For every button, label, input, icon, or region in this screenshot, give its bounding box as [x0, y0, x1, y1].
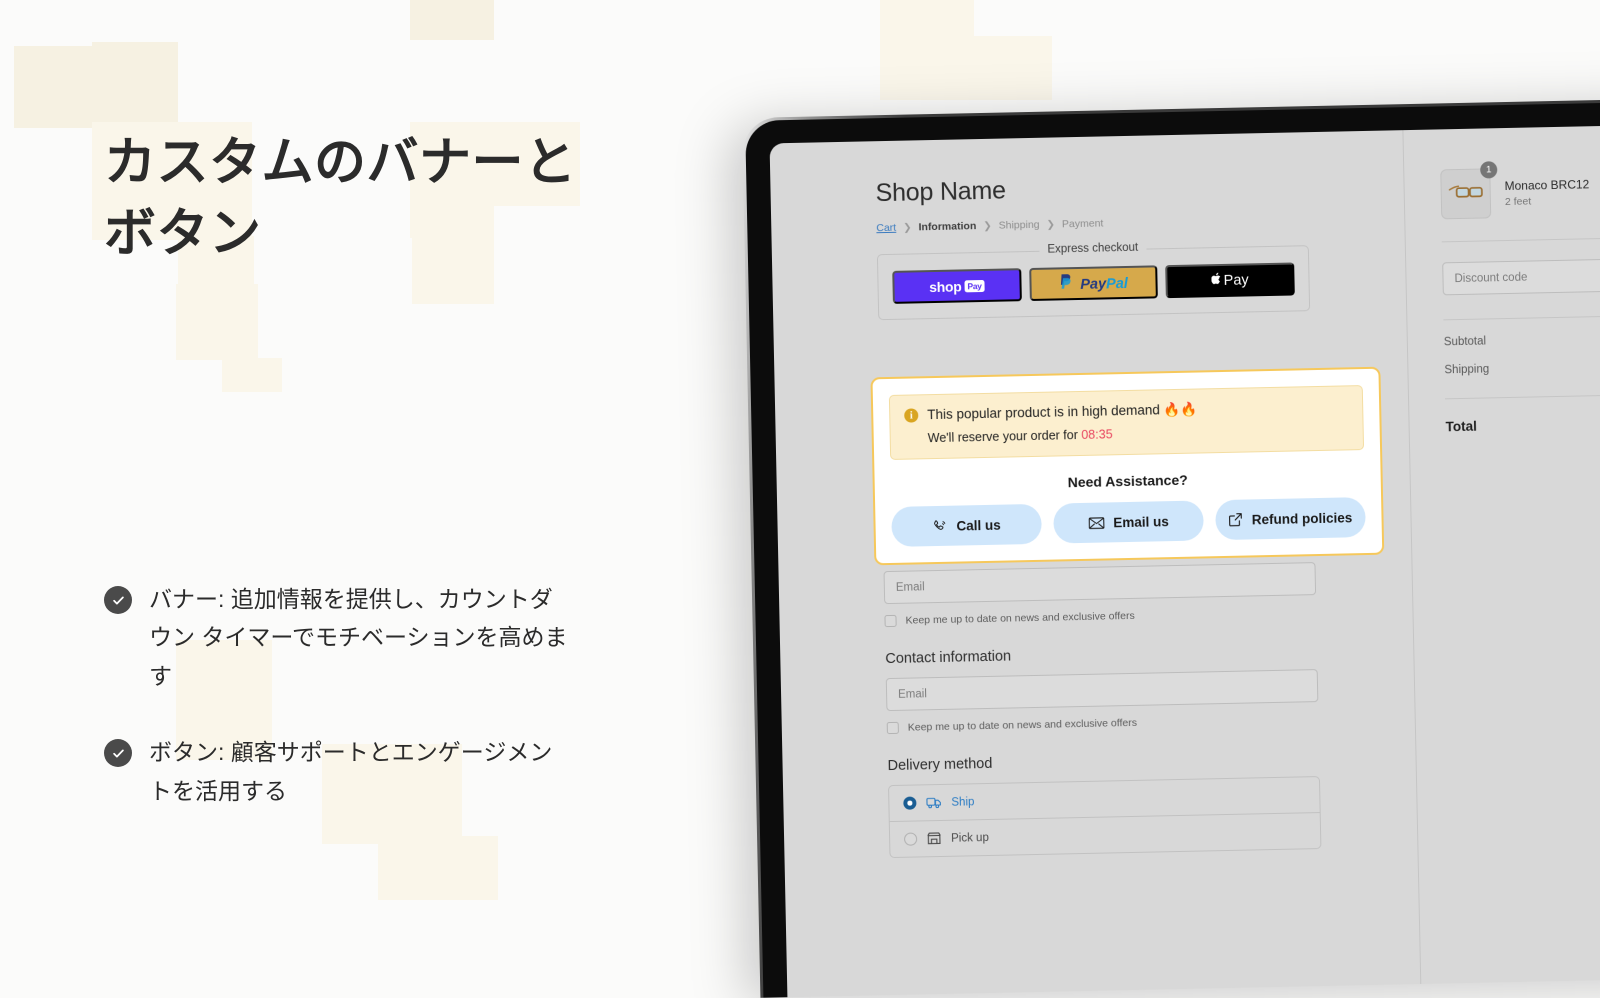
page-title: カスタムのバナーとボタン [104, 134, 577, 263]
info-icon: i [904, 408, 919, 423]
checkout-form: Email Keep me up to date on news and exc… [883, 562, 1322, 859]
need-assistance-title: Need Assistance? [1067, 471, 1188, 491]
custom-banner-card: i This popular product is in high demand… [870, 366, 1385, 566]
newsletter-label-top: Keep me up to date on news and exclusive… [905, 609, 1135, 627]
order-summary-sidebar: 1 Monaco BRC12 2 feet Discount code Subt… [1402, 122, 1600, 984]
delivery-method-heading: Delivery method [887, 755, 993, 775]
assistance-buttons: Call us Email us Refund policies [891, 497, 1366, 547]
discount-code-input[interactable]: Discount code [1442, 255, 1600, 296]
phone-icon [932, 518, 947, 533]
truck-icon [926, 796, 941, 809]
newsletter-checkbox-top[interactable] [884, 614, 897, 628]
check-circle-icon [104, 586, 132, 614]
product-title: Monaco BRC12 [1504, 176, 1590, 193]
express-payment-buttons: shop Pay PayPal Pay [892, 262, 1295, 304]
delivery-option-pickup-label: Pick up [951, 831, 989, 845]
refund-policies-button[interactable]: Refund policies [1215, 497, 1366, 541]
delivery-method-options: Ship Pick up [888, 776, 1322, 859]
paypal-logo-icon [1059, 274, 1076, 293]
tablet-screen: Shop Name Cart ❯ Information ❯ Shipping … [769, 122, 1600, 998]
checkout-main-column: Shop Name Cart ❯ Information ❯ Shipping … [770, 130, 1421, 997]
reserve-text: We'll reserve your order for [927, 428, 1078, 446]
email-field-contact[interactable]: Email [885, 669, 1319, 712]
breadcrumb-item-cart[interactable]: Cart [876, 222, 896, 234]
breadcrumb-item-payment[interactable]: Payment [1062, 217, 1104, 230]
email-us-button[interactable]: Email us [1053, 500, 1204, 544]
product-info: Monaco BRC12 2 feet [1504, 177, 1589, 208]
shop-pay-chip: Pay [964, 279, 985, 292]
list-item-label: バナー: 追加情報を提供し、カウントダウン タイマーでモチベーションを高めます [149, 586, 568, 689]
summary-row-shipping: Shipping [1444, 358, 1600, 377]
paypal-label-pal: Pal [1105, 275, 1129, 293]
high-demand-headline: This popular product is in high demand 🔥… [927, 401, 1198, 423]
external-link-icon [1229, 513, 1243, 527]
shop-pay-label: shop [928, 277, 962, 295]
check-circle-icon [104, 739, 132, 768]
tablet-mockup: Shop Name Cart ❯ Information ❯ Shipping … [742, 96, 1600, 998]
shop-pay-button[interactable]: shop Pay [892, 268, 1022, 304]
high-demand-headline-row: i This popular product is in high demand… [904, 398, 1348, 423]
newsletter-checkbox-row-contact[interactable]: Keep me up to date on news and exclusive… [886, 713, 1319, 735]
refund-policies-label: Refund policies [1251, 509, 1353, 527]
chevron-right-icon: ❯ [903, 221, 912, 234]
high-demand-banner: i This popular product is in high demand… [888, 385, 1365, 460]
chevron-right-icon: ❯ [1046, 218, 1056, 231]
breadcrumb-item-shipping[interactable]: Shipping [999, 219, 1040, 232]
apple-pay-label: Pay [1223, 271, 1249, 289]
newsletter-checkbox-row-top[interactable]: Keep me up to date on news and exclusive… [884, 606, 1316, 628]
summary-row-shipping-label: Shipping [1444, 363, 1490, 377]
checkout-page: Shop Name Cart ❯ Information ❯ Shipping … [770, 122, 1600, 998]
feature-list: バナー: 追加情報を提供し、カウントダウン タイマーでモチベーションを高めます … [104, 580, 574, 848]
apple-pay-button[interactable]: Pay [1165, 262, 1295, 299]
express-checkout-section: Express checkout shop Pay PayPal Pay [876, 241, 1311, 321]
summary-row-total-label: Total [1445, 418, 1478, 435]
product-thumbnail: 1 [1440, 161, 1498, 220]
reserve-timer-row: We'll reserve your order for 08:35 [905, 422, 1349, 445]
countdown-timer: 08:35 [1081, 427, 1113, 442]
call-us-button[interactable]: Call us [891, 503, 1042, 547]
contact-information-heading: Contact information [885, 648, 1012, 668]
summary-row-total: Total [1445, 413, 1600, 435]
list-item: バナー: 追加情報を提供し、カウントダウン タイマーでモチベーションを高めます [104, 580, 574, 695]
product-variant: 2 feet [1504, 194, 1532, 208]
order-summary-product: 1 Monaco BRC12 2 feet [1440, 161, 1600, 220]
email-us-label: Email us [1113, 513, 1169, 530]
express-checkout-legend: Express checkout [1039, 241, 1147, 256]
shop-name: Shop Name [875, 176, 1007, 208]
radio-ship[interactable] [903, 796, 917, 810]
paypal-label-pay: Pay [1080, 276, 1107, 293]
store-icon [927, 832, 941, 845]
radio-pickup[interactable] [904, 832, 918, 846]
summary-row-subtotal: Subtotal [1443, 330, 1600, 349]
chevron-right-icon: ❯ [983, 220, 992, 232]
delivery-option-ship-label: Ship [951, 795, 975, 809]
marketing-panel: カスタムのバナーとボタン バナー: 追加情報を提供し、カウントダウン タイマーで… [0, 0, 700, 900]
newsletter-checkbox-contact[interactable] [886, 721, 899, 735]
divider [1445, 391, 1600, 400]
quantity-badge: 1 [1480, 161, 1498, 179]
deco-block-13 [880, 0, 974, 36]
call-us-label: Call us [956, 517, 1001, 534]
breadcrumb: Cart ❯ Information ❯ Shipping ❯ Payment [876, 211, 1404, 234]
email-field-top[interactable]: Email [883, 562, 1317, 605]
list-item: ボタン: 顧客サポートとエンゲージメントを活用する [104, 733, 574, 810]
list-item-label: ボタン: 顧客サポートとエンゲージメントを活用する [149, 739, 553, 804]
divider [1441, 234, 1600, 243]
sunglasses-icon [1446, 181, 1485, 207]
newsletter-label-contact: Keep me up to date on news and exclusive… [907, 716, 1138, 734]
paypal-button[interactable]: PayPal [1028, 265, 1159, 302]
deco-block-14 [880, 36, 1052, 100]
divider [1443, 312, 1600, 321]
delivery-option-pickup[interactable]: Pick up [889, 812, 1321, 858]
summary-row-subtotal-label: Subtotal [1443, 335, 1487, 349]
envelope-icon [1088, 516, 1105, 529]
apple-logo-icon [1211, 272, 1223, 289]
breadcrumb-item-information[interactable]: Information [918, 220, 976, 233]
